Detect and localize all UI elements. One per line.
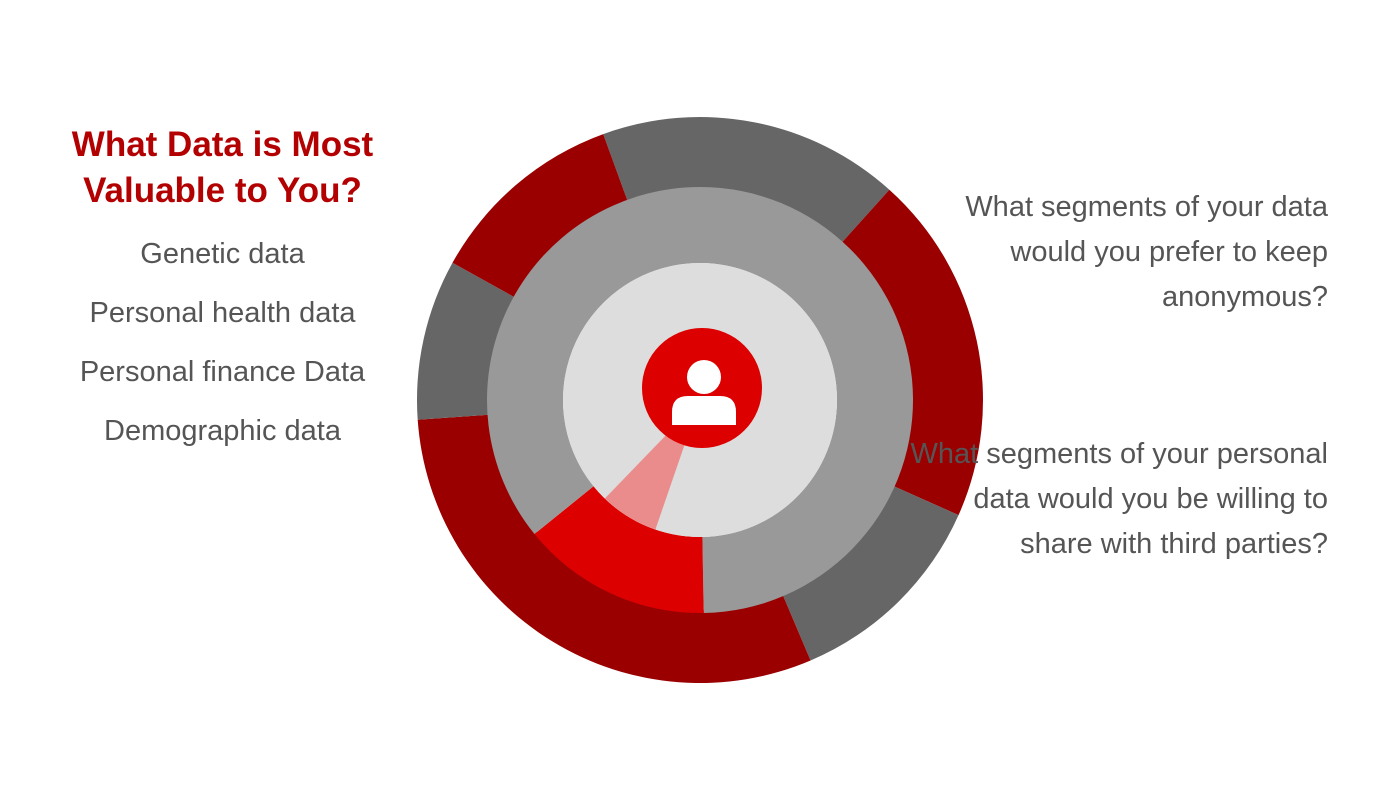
question-anonymous: What segments of your data would you pre… (965, 191, 1328, 313)
concentric-ring-diagram (417, 117, 983, 683)
user-icon (642, 328, 762, 448)
question-third-parties: What segments of your personal data woul… (910, 438, 1328, 560)
user-icon-head (687, 360, 721, 394)
user-icon-body (672, 396, 736, 425)
